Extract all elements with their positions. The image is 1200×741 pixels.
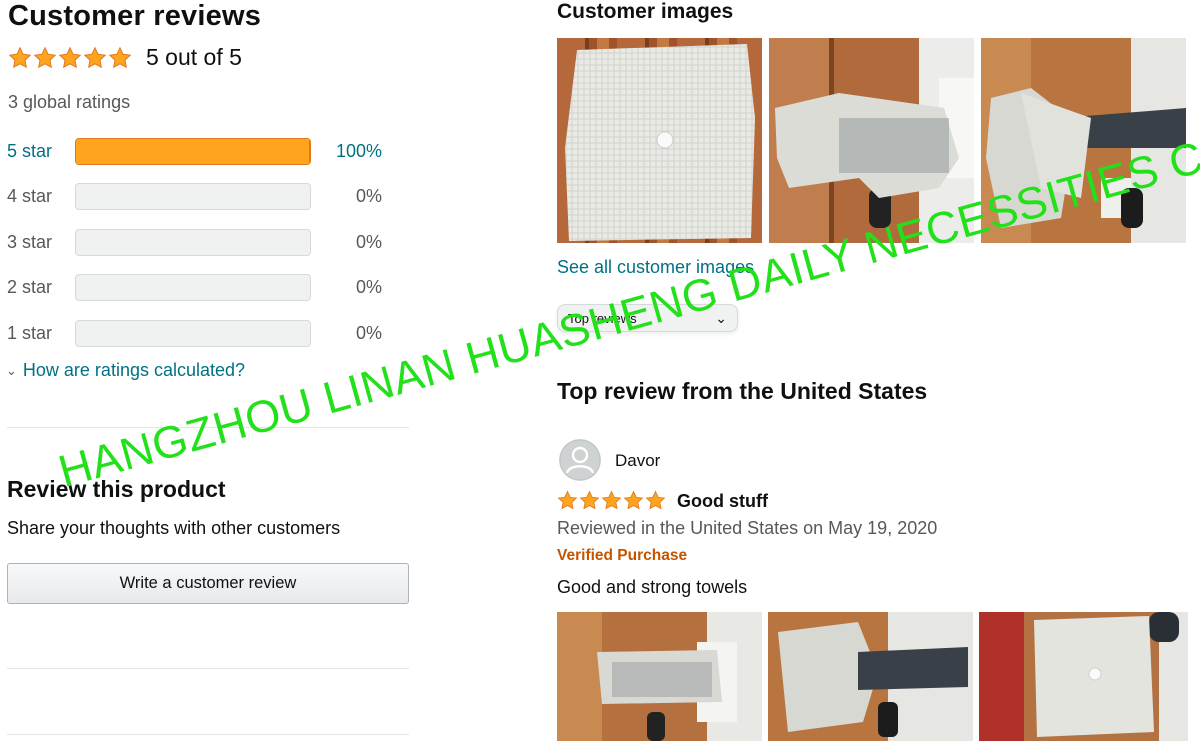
histogram-row-3-star: 3 star 0% [0,229,400,259]
towel-bottle-photo [768,612,973,741]
star-icon [579,490,600,511]
person-icon [559,439,601,481]
star-icon [108,46,132,70]
histogram-bar[interactable] [75,138,311,165]
review-date: Reviewed in the United States on May 19,… [557,518,938,538]
review-rating-stars[interactable] [557,490,666,511]
histogram-row-4-star: 4 star 0% [0,183,400,213]
histogram-bar [75,229,311,256]
section-divider [7,734,409,735]
how-ratings-calculated-text: How are ratings calculated? [22,360,246,380]
histogram-row-1-star: 1 star 0% [0,320,400,350]
review-image[interactable] [768,612,973,741]
histogram-percent: 0% [355,186,382,206]
histogram-bar [75,320,311,347]
chevron-down-icon: ⌄ [715,310,727,326]
histogram-percent: 0% [355,323,382,343]
star-icon [8,46,32,70]
sort-reviews-dropdown[interactable]: Top reviews ⌄ [557,304,738,332]
histogram-label: 1 star [7,323,53,343]
reviewer-name[interactable]: Davor [615,451,660,471]
rating-text: 5 out of 5 [146,44,242,70]
star-icon [33,46,57,70]
customer-image[interactable] [769,38,974,243]
top-review-heading: Top review from the United States [557,378,928,404]
see-all-customer-images-link[interactable]: See all customer images [557,257,754,278]
rating-stars [8,46,132,70]
avatar [559,439,601,481]
towel-photo [979,612,1188,741]
section-divider [7,427,409,428]
chevron-down-icon: ⌄ [6,362,17,378]
histogram-label: 3 star [7,232,53,252]
section-divider [7,668,409,669]
histogram-bar [75,183,311,210]
towel-bottle-photo [769,38,974,243]
review-title[interactable]: Good stuff [677,491,768,512]
star-icon [58,46,82,70]
global-ratings-count: 3 global ratings [8,92,131,112]
sort-value: Top reviews [568,311,637,326]
towel-bottle-photo [981,38,1186,243]
review-image[interactable] [979,612,1188,741]
review-product-subtitle: Share your thoughts with other customers [7,518,341,538]
customer-reviews-title: Customer reviews [8,0,262,32]
customer-images-title: Customer images [557,0,734,23]
average-rating[interactable]: 5 out of 5 [8,44,242,71]
star-icon [557,490,578,511]
star-icon [645,490,666,511]
histogram-row-2-star: 2 star 0% [0,274,400,304]
histogram-row-5-star[interactable]: 5 star 100% [0,138,400,168]
histogram-label[interactable]: 5 star [7,141,52,162]
histogram-percent: 0% [355,232,382,252]
review-body: Good and strong towels [557,577,748,597]
customer-image[interactable] [557,38,762,243]
star-icon [83,46,107,70]
histogram-label: 2 star [7,277,53,297]
histogram-percent: 0% [355,277,382,297]
write-review-button[interactable]: Write a customer review [7,563,409,604]
histogram-percent[interactable]: 100% [302,141,382,162]
towel-bottle-photo [557,612,762,741]
histogram-bar [75,274,311,301]
histogram-fill [76,139,310,164]
customer-image[interactable] [981,38,1186,243]
how-ratings-calculated-link[interactable]: ⌄ How are ratings calculated? [6,360,245,381]
star-icon [601,490,622,511]
towel-photo [557,38,762,243]
star-icon [623,490,644,511]
review-image[interactable] [557,612,762,741]
verified-purchase-badge: Verified Purchase [557,547,688,564]
review-product-title: Review this product [7,476,226,502]
histogram-label: 4 star [7,186,53,206]
